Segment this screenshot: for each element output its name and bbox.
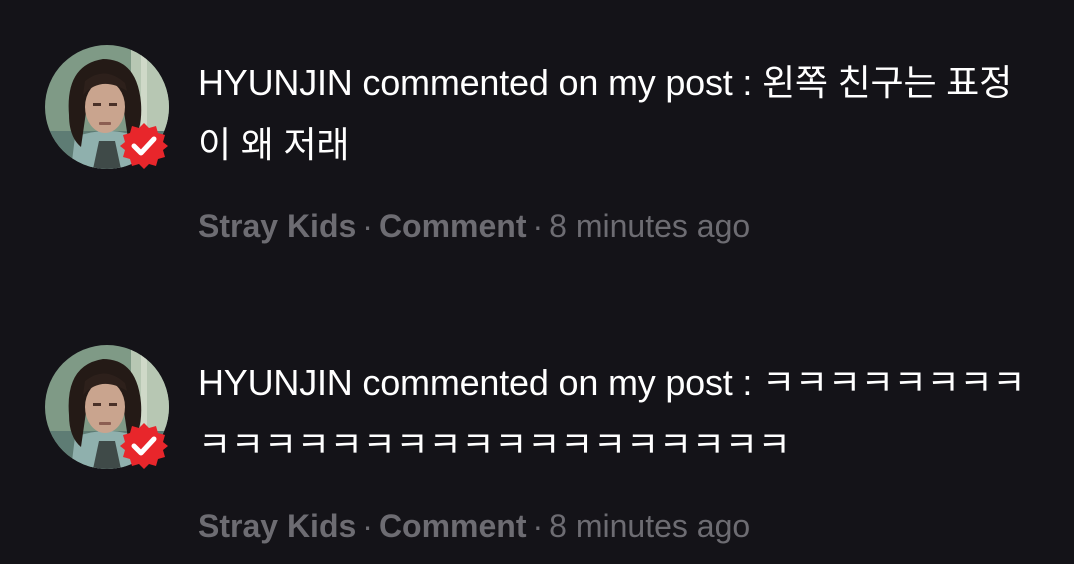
avatar-container[interactable] — [45, 345, 169, 469]
verified-check-icon — [120, 123, 168, 169]
notification-type: Comment — [378, 508, 527, 544]
timestamp: 8 minutes ago — [549, 208, 751, 244]
notification-meta: Stray Kids · Comment · 8 minutes ago — [198, 206, 1028, 246]
timestamp: 8 minutes ago — [549, 508, 751, 544]
meta-separator: · — [362, 208, 373, 244]
notification-message: HYUNJIN commented on my post : ㅋㅋㅋㅋㅋㅋㅋㅋㅋ… — [198, 362, 1026, 465]
notification-body: HYUNJIN commented on my post : ㅋㅋㅋㅋㅋㅋㅋㅋㅋ… — [198, 352, 1028, 546]
meta-separator: · — [362, 508, 373, 544]
avatar-container[interactable] — [45, 45, 169, 169]
notification-meta: Stray Kids · Comment · 8 minutes ago — [198, 506, 1028, 546]
meta-separator: · — [532, 208, 544, 244]
meta-separator: · — [532, 508, 544, 544]
verified-check-icon — [120, 423, 168, 469]
notification-item[interactable]: HYUNJIN commented on my post : ㅋㅋㅋㅋㅋㅋㅋㅋㅋ… — [0, 300, 1074, 544]
group-name: Stray Kids — [198, 208, 357, 244]
notification-list: HYUNJIN commented on my post : 왼쪽 친구는 표정… — [0, 0, 1074, 564]
group-name: Stray Kids — [198, 508, 357, 544]
notification-body: HYUNJIN commented on my post : 왼쪽 친구는 표정… — [198, 52, 1028, 246]
notification-message: HYUNJIN commented on my post : 왼쪽 친구는 표정… — [198, 62, 1013, 165]
notification-item[interactable]: HYUNJIN commented on my post : 왼쪽 친구는 표정… — [0, 0, 1074, 244]
notification-type: Comment — [378, 208, 527, 244]
